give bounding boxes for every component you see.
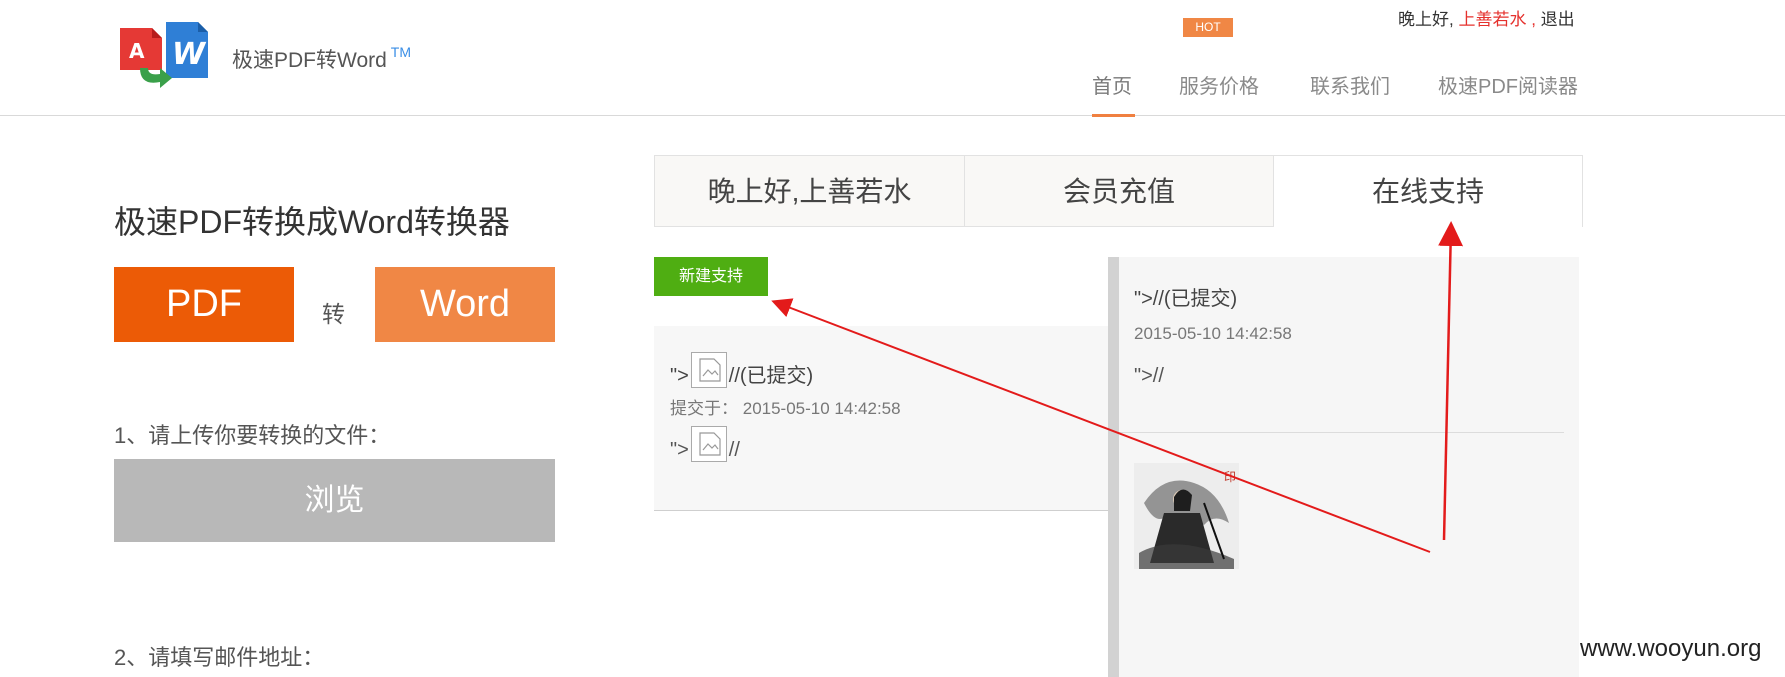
ticket-time-value: 2015-05-10 14:42:58 xyxy=(742,399,901,418)
ticket-list-item[interactable]: "> //(已提交) 提交于： 2015-05-10 14:42:58 "> /… xyxy=(654,326,1109,511)
hot-badge: HOT xyxy=(1183,18,1233,37)
ticket-body: "> // xyxy=(670,426,740,462)
ticket-detail-panel: ">//(已提交) 2015-05-10 14:42:58 ">// 印 xyxy=(1119,257,1579,677)
ticket-title[interactable]: "> //(已提交) xyxy=(670,352,813,388)
word-format-label: Word xyxy=(375,267,555,342)
broken-image-icon xyxy=(690,352,727,388)
tab-greeting[interactable]: 晚上好,上善若水 xyxy=(654,155,965,227)
greeting-text: 晚上好, xyxy=(1398,10,1454,29)
page-title: 极速PDF转换成Word转换器 xyxy=(114,204,510,240)
browse-button[interactable]: 浏览 xyxy=(114,459,555,542)
detail-divider-bar xyxy=(1108,257,1119,677)
greeting-separator: , xyxy=(1531,10,1536,29)
ticket-time-label: 提交于： xyxy=(670,399,738,418)
ticket-body-prefix: "> xyxy=(670,439,689,461)
pdf-format-label: PDF xyxy=(114,267,294,342)
upload-step-label: 1、请上传你要转换的文件： xyxy=(114,423,391,448)
logo-trademark: TM xyxy=(390,44,412,60)
detail-timestamp: 2015-05-10 14:42:58 xyxy=(1134,324,1292,343)
svg-text:A: A xyxy=(129,39,145,63)
site-header: A W 极速PDF转Word TM 晚上好, 上善若水 , 退出 首页 服务价格 … xyxy=(0,0,1785,117)
logout-link[interactable]: 退出 xyxy=(1541,10,1575,29)
ticket-timestamp: 提交于： 2015-05-10 14:42:58 xyxy=(670,394,901,419)
broken-image-icon xyxy=(690,426,727,462)
ticket-body-suffix: // xyxy=(728,439,740,461)
tab-recharge[interactable]: 会员充值 xyxy=(964,155,1274,227)
logo-icon[interactable]: A W xyxy=(118,20,218,88)
nav-item-home[interactable]: 首页 xyxy=(1092,70,1132,99)
nav-active-indicator xyxy=(1092,114,1135,117)
account-tabs: 晚上好,上善若水 会员充值 在线支持 xyxy=(654,155,1583,227)
nav-item-pricing[interactable]: 服务价格 xyxy=(1179,70,1259,99)
nav-item-contact[interactable]: 联系我们 xyxy=(1310,70,1390,99)
tab-online-support[interactable]: 在线支持 xyxy=(1273,155,1583,227)
logo-title: 极速PDF转Word xyxy=(232,49,387,72)
support-avatar-image: 印 xyxy=(1134,463,1239,569)
svg-text:W: W xyxy=(172,37,207,72)
detail-divider xyxy=(1119,432,1564,433)
username-link[interactable]: 上善若水 xyxy=(1458,10,1526,29)
convert-to-label: 转 xyxy=(322,301,345,327)
svg-text:印: 印 xyxy=(1224,470,1236,484)
new-support-button[interactable]: 新建支持 xyxy=(654,257,768,296)
watermark-text: www.wooyun.org xyxy=(1580,635,1762,662)
ticket-title-prefix: "> xyxy=(670,365,689,387)
email-step-label: 2、请填写邮件地址： xyxy=(114,645,325,670)
nav-item-pdf-reader[interactable]: 极速PDF阅读器 xyxy=(1438,70,1578,99)
ticket-title-suffix: //(已提交) xyxy=(728,365,814,387)
user-greeting: 晚上好, 上善若水 , 退出 xyxy=(1398,5,1575,30)
detail-body: ">// xyxy=(1134,365,1164,387)
logo-text[interactable]: 极速PDF转Word TM xyxy=(232,44,411,74)
detail-title: ">//(已提交) xyxy=(1134,288,1238,310)
